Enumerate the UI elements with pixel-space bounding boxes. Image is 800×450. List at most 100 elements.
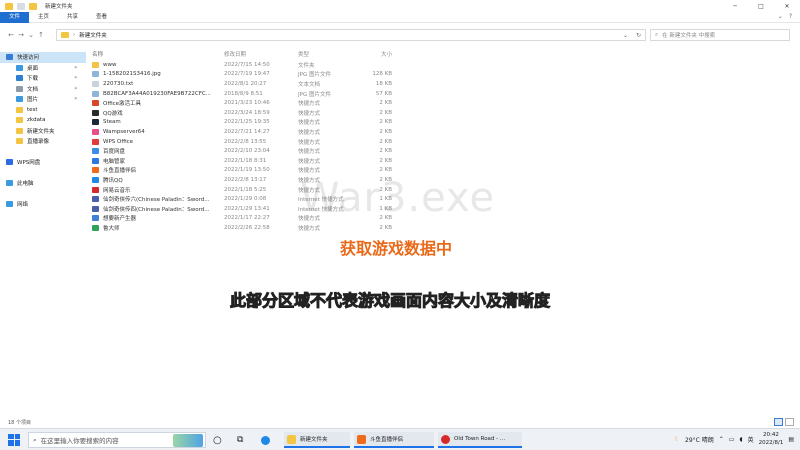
sidebar-item[interactable]: 网络 xyxy=(0,199,86,210)
column-header-type[interactable]: 类型 xyxy=(298,50,362,58)
clock-time: 20:42 xyxy=(763,432,779,438)
tab-share[interactable]: 共享 xyxy=(58,12,87,23)
sidebar-item[interactable]: 下载 ✶ xyxy=(0,73,86,84)
file-type: 快捷方式 xyxy=(298,158,321,165)
task-view-icon[interactable]: ⧉ xyxy=(234,432,246,448)
cortana-icon[interactable]: ○ xyxy=(210,432,225,448)
sidebar-item[interactable]: 文档 ✶ xyxy=(0,84,86,95)
file-row[interactable]: WPS Office 2022/2/8 13:55 快捷方式 2 KB xyxy=(88,137,800,147)
file-name: 百度网盘 xyxy=(103,149,126,156)
file-row[interactable]: Steam 2022/1/25 19:35 快捷方式 2 KB xyxy=(88,118,800,128)
file-row[interactable]: Wampserver64 2022/7/21 14:27 快捷方式 2 KB xyxy=(88,127,800,137)
douyu-icon xyxy=(92,167,99,174)
file-name-cell: 仙剑奇侠传六(Chinese Paladin：Sword... xyxy=(88,195,224,203)
sidebar-item[interactable]: 此电脑 xyxy=(0,178,86,189)
clock[interactable]: 20:42 2022/8/1 xyxy=(759,431,784,447)
address-bar[interactable]: › 新建文件夹 ⌄ ↻ xyxy=(56,29,646,41)
help-icon[interactable]: ? xyxy=(789,13,792,20)
sidebar-item-label: 文档 xyxy=(27,86,39,93)
chevron-down-icon[interactable]: ⌄ xyxy=(778,13,783,20)
file-size: 18 KB xyxy=(375,80,392,87)
sidebar-item-label: 网络 xyxy=(17,202,29,209)
chevron-up-icon[interactable]: ⌃ xyxy=(719,436,724,443)
column-header-name[interactable]: 名称 xyxy=(88,50,224,58)
pin-icon: ✶ xyxy=(73,96,78,103)
tab-home[interactable]: 主页 xyxy=(29,12,58,23)
file-row[interactable]: B82BCAF3A44A019230FAE9B722CFC... 2018/8/9… xyxy=(88,89,800,99)
windows-start-icon[interactable] xyxy=(8,433,20,446)
taskbar-search-input[interactable]: 在这里输入你要搜索的内容 xyxy=(41,435,119,445)
tab-file[interactable]: 文件 xyxy=(0,11,30,23)
large-icons-view-button[interactable] xyxy=(785,418,794,426)
title-bar: 新建文件夹 ─ □ ✕ xyxy=(0,0,800,12)
sidebar-item[interactable]: WPS网盘 xyxy=(0,157,86,168)
file-name-cell: Wampserver64 xyxy=(88,128,224,135)
file-row[interactable]: 电脑管家 2022/1/18 8:31 快捷方式 2 KB xyxy=(88,156,800,166)
recent-locations-button[interactable]: ⌄ xyxy=(26,31,36,39)
network-icon[interactable]: ▭ xyxy=(729,436,735,443)
details-view-button[interactable] xyxy=(774,418,783,426)
sidebar-item[interactable]: 直播录像 xyxy=(0,136,86,147)
file-row[interactable]: 220730.txt 2022/8/1 20:27 文本文档 18 KB xyxy=(88,79,800,89)
minimize-button[interactable]: ─ xyxy=(722,0,748,12)
forward-button[interactable]: → xyxy=(16,31,26,39)
search-input[interactable]: 在 新建文件夹 中搜索 xyxy=(662,31,715,39)
taskbar-app-music[interactable]: Old Town Road - ... xyxy=(438,432,522,448)
sidebar-item[interactable]: 新建文件夹 xyxy=(0,126,86,137)
ludashi-icon xyxy=(92,224,99,231)
chevron-down-icon[interactable]: ⌄ xyxy=(623,32,628,39)
file-row[interactable]: 斗鱼直播伴侣 2022/1/19 13:50 快捷方式 2 KB xyxy=(88,166,800,176)
taskbar-app-explorer[interactable]: 新建文件夹 xyxy=(284,432,350,448)
maximize-button[interactable]: □ xyxy=(748,0,774,12)
refresh-icon[interactable]: ↻ xyxy=(636,32,641,39)
file-name-cell: 鲁大师 xyxy=(88,224,224,232)
column-headers: 名称 修改日期 类型 大小 xyxy=(88,48,800,60)
file-row[interactable]: 鲁大师 2022/2/26 22:58 快捷方式 2 KB xyxy=(88,223,800,233)
breadcrumb[interactable]: 新建文件夹 xyxy=(79,31,107,39)
file-name-cell: 1-1582021S3416.jpg xyxy=(88,71,224,78)
folder-icon[interactable] xyxy=(5,2,13,10)
taskbar-app-douyu[interactable]: 斗鱼直播伴侣 xyxy=(354,432,434,448)
navigation-pane: 快速访问 桌面 ✶ 下载 ✶ 文档 ✶ 图片 ✶ test zkdata 新建文件夹 直播录像 WPS网盘… xyxy=(0,52,86,412)
file-name-cell: WPS Office xyxy=(88,138,224,145)
douyu-icon xyxy=(357,434,366,444)
file-date: 2018/8/9 8:51 xyxy=(224,90,263,97)
folder-icon xyxy=(16,127,23,134)
file-row[interactable]: 百度网盘 2022/2/10 23:04 快捷方式 2 KB xyxy=(88,146,800,156)
sidebar-item-label: 桌面 xyxy=(27,65,39,72)
sidebar-item[interactable]: 快速访问 xyxy=(0,52,86,63)
sidebar-item-label: 新建文件夹 xyxy=(27,128,55,135)
tab-view[interactable]: 查看 xyxy=(87,12,116,23)
ime-indicator[interactable]: 英 xyxy=(748,435,754,444)
sidebar-item[interactable]: 桌面 ✶ xyxy=(0,63,86,74)
file-name: 网易云音乐 xyxy=(103,187,131,194)
file-row[interactable]: QQ游戏 2022/3/24 18:59 快捷方式 2 KB xyxy=(88,108,800,118)
wps-icon xyxy=(92,138,99,145)
notification-icon[interactable]: ▤ xyxy=(788,436,794,443)
taskbar-search[interactable]: ⌕ 在这里输入你要搜索的内容 xyxy=(28,432,206,448)
search-box[interactable]: ⌕ 在 新建文件夹 中搜索 xyxy=(650,29,790,41)
new-folder-icon[interactable] xyxy=(29,2,37,10)
close-button[interactable]: ✕ xyxy=(774,0,800,12)
sidebar-item[interactable]: zkdata xyxy=(0,115,86,126)
sidebar-item[interactable]: 图片 ✶ xyxy=(0,94,86,105)
file-row[interactable]: www 2022/7/15 14:50 文件夹 xyxy=(88,60,800,70)
column-header-date[interactable]: 修改日期 xyxy=(224,50,298,58)
column-header-size[interactable]: 大小 xyxy=(362,50,392,58)
properties-icon[interactable] xyxy=(17,2,25,10)
file-row[interactable]: 1-1582021S3416.jpg 2022/7/19 19:47 JPG 图片文… xyxy=(88,70,800,80)
sidebar-item-label: 图片 xyxy=(27,97,39,104)
file-row[interactable]: Office激活工具 2021/3/23 10:46 快捷方式 2 KB xyxy=(88,98,800,108)
file-date: 2022/1/18 8:31 xyxy=(224,157,267,164)
weather-text[interactable]: 29°C 晴朗 xyxy=(685,435,714,444)
qq-icon xyxy=(92,109,99,116)
sidebar-item[interactable]: test xyxy=(0,105,86,116)
file-list: 名称 修改日期 类型 大小 www 2022/7/15 14:50 文件夹 1-158… xyxy=(88,48,800,414)
up-button[interactable]: ↑ xyxy=(36,31,46,39)
volume-icon[interactable]: ◖ xyxy=(739,436,742,443)
steam-icon xyxy=(92,119,99,126)
file-date: 2022/7/21 14:27 xyxy=(224,128,270,135)
edge-icon[interactable] xyxy=(258,432,273,448)
file-size: 2 KB xyxy=(379,128,392,135)
back-button[interactable]: ← xyxy=(6,31,16,39)
